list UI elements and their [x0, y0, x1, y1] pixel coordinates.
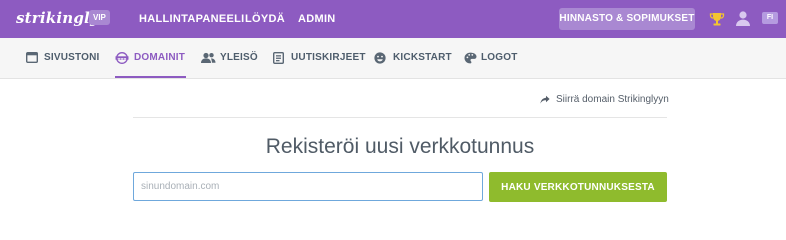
tab-label: DOMAINIT — [134, 52, 186, 63]
tab-label: LOGOT — [481, 52, 518, 63]
divider — [133, 117, 667, 118]
nav-admin[interactable]: ADMIN — [298, 0, 336, 38]
share-arrow-icon — [540, 95, 550, 104]
tab-label: UUTISKIRJEET — [291, 52, 366, 63]
language-selector[interactable]: FI — [762, 12, 778, 24]
users-icon — [201, 52, 216, 63]
tab-my-sites[interactable]: SIVUSTONI — [26, 38, 101, 78]
vip-badge: VIP — [89, 10, 110, 25]
tab-label: YLEISÖ — [220, 52, 258, 63]
pricing-plans-button[interactable]: HINNASTO & SOPIMUKSET — [559, 8, 695, 30]
tab-audience[interactable]: YLEISÖ — [201, 38, 261, 78]
svg-text:www: www — [118, 56, 127, 60]
tab-label: KICKSTART — [393, 52, 452, 63]
tab-kickstart[interactable]: KICKSTART — [374, 38, 452, 78]
top-navigation-bar: strikingly VIP HALLINTAPANEELI LÖYDÄ ADM… — [0, 0, 786, 38]
palette-icon — [464, 52, 477, 64]
smiley-icon — [374, 52, 386, 64]
trophy-icon[interactable] — [709, 11, 725, 27]
newsletter-icon — [273, 52, 284, 64]
www-globe-icon: www — [115, 52, 129, 64]
strikingly-logo[interactable]: strikingly — [16, 9, 99, 27]
tab-domains[interactable]: www DOMAINIT — [115, 38, 186, 78]
tab-newsletters[interactable]: UUTISKIRJEET — [273, 38, 365, 78]
section-tabs: SIVUSTONI www DOMAINIT YLEISÖ UUTISKIRJE… — [0, 38, 786, 79]
nav-discover[interactable]: LÖYDÄ — [245, 0, 285, 38]
nav-dashboard[interactable]: HALLINTAPANEELI — [139, 0, 245, 38]
transfer-domain-text: Siirrä domain Strikinglyyn — [556, 94, 669, 105]
search-domain-button[interactable]: HAKU VERKKOTUNNUKSESTA — [489, 172, 667, 202]
page-title: Rekisteröi uusi verkkotunnus — [265, 135, 535, 158]
tab-logos[interactable]: LOGOT — [464, 38, 519, 78]
browser-window-icon — [26, 52, 38, 63]
tab-label: SIVUSTONI — [44, 52, 100, 63]
domain-search-input[interactable] — [133, 172, 483, 201]
user-icon[interactable] — [735, 10, 751, 27]
